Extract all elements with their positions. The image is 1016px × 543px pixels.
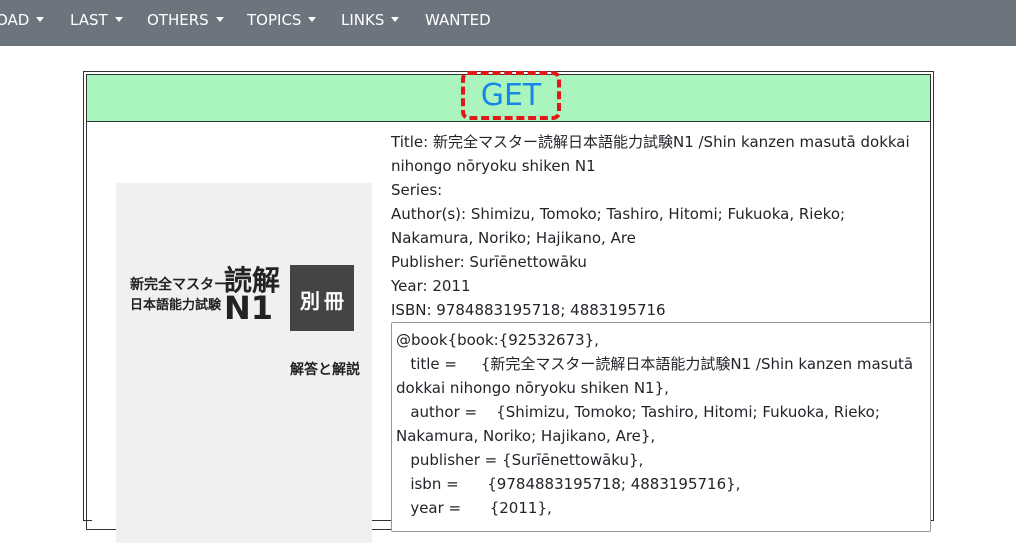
cover-supplement-badge: 別冊	[290, 265, 354, 331]
nav-label: LAST	[70, 11, 108, 29]
cover-exam-text: 日本語能力試験	[130, 298, 222, 313]
nav-wanted-link[interactable]: WANTED	[425, 11, 491, 29]
book-panel-inner: GET 新完全マスター 読解 日本語能力試験 N1 別冊 解答と解説 Title…	[86, 71, 931, 543]
nav-label: WANTED	[425, 11, 491, 29]
nav-label: LINKS	[341, 11, 385, 29]
bibtex-textarea[interactable]: @book{book:{92532673}, title = {新完全マスター読…	[391, 322, 931, 532]
nav-links-dropdown[interactable]: LINKS	[341, 11, 400, 29]
chevron-down-icon	[36, 17, 45, 22]
cover-series-text: 新完全マスター	[130, 277, 228, 293]
book-authors: Author(s): Shimizu, Tomoko; Tashiro, Hit…	[391, 205, 846, 247]
book-publisher: Publisher: Surīēnettowāku	[391, 253, 587, 271]
chevron-down-icon	[114, 17, 123, 22]
book-panel: GET 新完全マスター 読解 日本語能力試験 N1 別冊 解答と解説 Title…	[83, 71, 934, 543]
nav-topics-dropdown[interactable]: TOPICS	[247, 11, 317, 29]
download-row: GET	[87, 71, 930, 122]
nav-others-dropdown[interactable]: OTHERS	[147, 11, 224, 29]
nav-label: TOPICS	[247, 11, 302, 29]
book-isbn: ISBN: 9784883195718; 4883195716	[391, 301, 666, 319]
chevron-down-icon	[391, 17, 400, 22]
get-button[interactable]: GET	[461, 71, 561, 120]
book-cover-container: 新完全マスター 読解 日本語能力試験 N1 別冊 解答と解説	[92, 127, 372, 543]
book-details: Title: 新完全マスター読解日本語能力試験N1 /Shin kanzen m…	[391, 130, 931, 322]
cover-answers-text: 解答と解説	[290, 362, 360, 378]
book-year: Year: 2011	[391, 277, 471, 295]
top-navbar: OAD LAST OTHERS TOPICS LINKS WANTED	[0, 0, 1016, 46]
nav-label: OTHERS	[147, 11, 209, 29]
nav-last-dropdown[interactable]: LAST	[70, 11, 123, 29]
cover-level-text: N1	[224, 289, 274, 327]
nav-download-dropdown[interactable]: OAD	[0, 11, 45, 29]
chevron-down-icon	[308, 17, 317, 22]
cover-supplement-text: 別冊	[300, 289, 348, 313]
book-cover-image[interactable]: 新完全マスター 読解 日本語能力試験 N1 別冊 解答と解説	[116, 183, 372, 543]
chevron-down-icon	[215, 17, 224, 22]
nav-label: OAD	[0, 11, 30, 29]
book-series: Series:	[391, 181, 443, 199]
book-title: Title: 新完全マスター読解日本語能力試験N1 /Shin kanzen m…	[391, 133, 910, 175]
